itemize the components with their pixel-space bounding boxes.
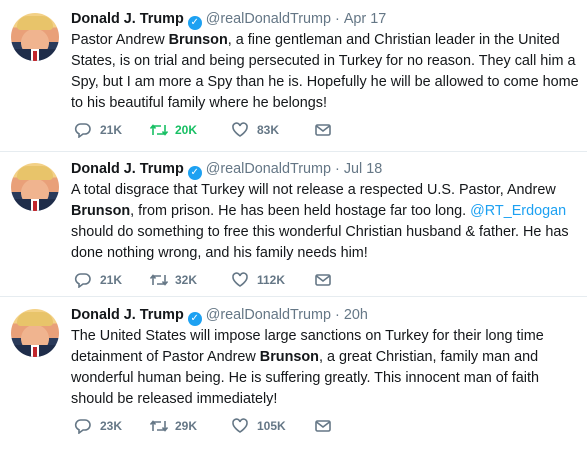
- retweet-icon: [149, 420, 169, 432]
- separator: ·: [335, 11, 340, 27]
- reply-icon: [74, 419, 91, 434]
- reply-icon: [74, 273, 91, 288]
- tweet-header: Donald J. Trump ✓ @realDonaldTrump · Jul 18: [71, 159, 382, 180]
- highlighted-term: Brunson: [71, 203, 131, 219]
- heart-icon: [232, 418, 248, 433]
- user-handle[interactable]: @realDonaldTrump: [206, 307, 331, 323]
- tweet-timestamp[interactable]: Jul 18: [344, 161, 382, 177]
- display-name[interactable]: Donald J. Trump: [71, 307, 184, 323]
- heart-icon: [232, 122, 248, 137]
- retweet-count: 20K: [175, 123, 198, 137]
- tweet-header: Donald J. Trump ✓ @realDonaldTrump · 20h: [71, 305, 368, 326]
- text-segment: Pastor Andrew: [71, 32, 169, 48]
- separator: ·: [335, 161, 340, 177]
- display-name[interactable]: Donald J. Trump: [71, 11, 184, 27]
- text-segment: should do something to free this wonderf…: [71, 224, 569, 261]
- user-handle[interactable]: @realDonaldTrump: [206, 161, 331, 177]
- reply-count: 23K: [100, 419, 123, 433]
- text-segment: A total disgrace that Turkey will not re…: [71, 182, 556, 198]
- verified-badge-icon: ✓: [187, 166, 202, 180]
- tweet-text: The United States will impose large sanc…: [71, 326, 581, 410]
- mention-link[interactable]: @RT_Erdogan: [470, 203, 566, 219]
- highlighted-term: Brunson: [168, 32, 228, 48]
- envelope-icon: [315, 274, 331, 286]
- reply-count: 21K: [100, 123, 123, 137]
- reply-count: 21K: [100, 273, 123, 287]
- tweet[interactable]: Donald J. Trump ✓ @realDonaldTrump · 20h The…: [0, 297, 587, 457]
- tweet[interactable]: Donald J. Trump ✓ @realDonaldTrump · Apr 17 …: [0, 0, 587, 152]
- retweet-icon: [149, 274, 169, 286]
- text-segment: , from prison. He has been held hostage …: [130, 203, 471, 219]
- tweet-text: Pastor Andrew Brunson, a fine gentleman …: [71, 30, 581, 114]
- heart-icon: [232, 272, 248, 287]
- envelope-icon: [315, 124, 331, 136]
- avatar[interactable]: [11, 163, 59, 211]
- tweet-timestamp[interactable]: Apr 17: [344, 11, 386, 27]
- like-count: 83K: [257, 123, 280, 137]
- reply-icon: [74, 123, 91, 138]
- envelope-icon: [315, 420, 331, 432]
- separator: ·: [335, 307, 340, 323]
- retweet-count: 29K: [175, 419, 198, 433]
- avatar[interactable]: [11, 13, 59, 61]
- tweet[interactable]: Donald J. Trump ✓ @realDonaldTrump · Jul 18 …: [0, 152, 587, 296]
- highlighted-term: Brunson: [259, 349, 319, 365]
- verified-badge-icon: ✓: [187, 16, 202, 30]
- like-count: 105K: [257, 419, 286, 433]
- like-count: 112K: [257, 273, 286, 287]
- retweet-icon: [149, 124, 169, 136]
- tweet-header: Donald J. Trump ✓ @realDonaldTrump · Apr 17: [71, 9, 386, 30]
- display-name[interactable]: Donald J. Trump: [71, 161, 184, 177]
- tweet-timestamp[interactable]: 20h: [344, 307, 368, 323]
- tweet-text: A total disgrace that Turkey will not re…: [71, 180, 581, 264]
- verified-badge-icon: ✓: [187, 312, 202, 326]
- avatar[interactable]: [11, 309, 59, 357]
- user-handle[interactable]: @realDonaldTrump: [206, 11, 331, 27]
- retweet-count: 32K: [175, 273, 198, 287]
